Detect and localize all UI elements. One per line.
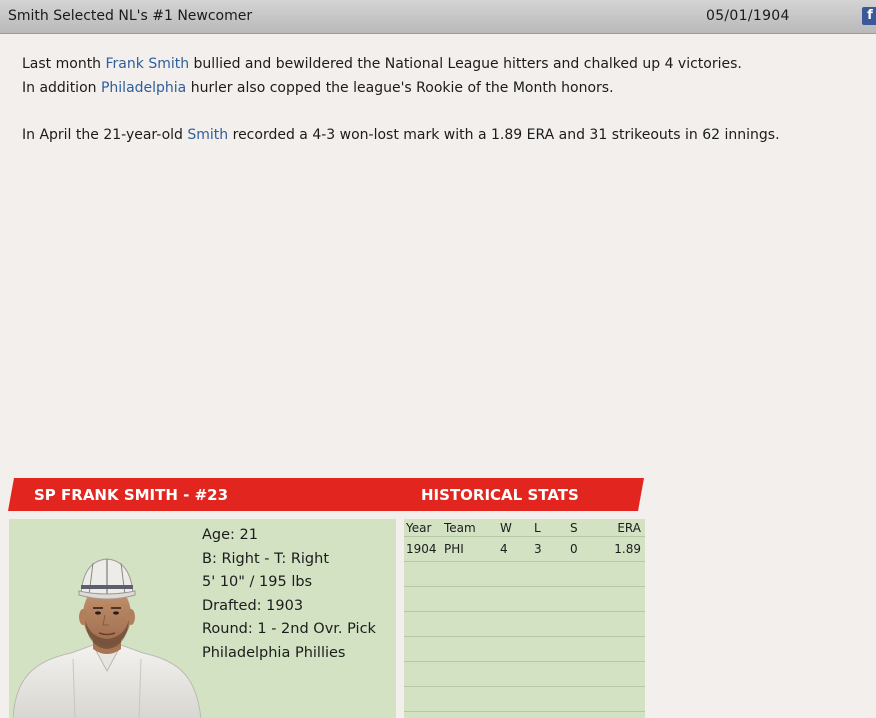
text: In addition xyxy=(22,80,101,96)
text: bullied and bewildered the National Leag… xyxy=(189,56,742,72)
cell-year: 1904 xyxy=(406,542,437,556)
cell-era: 1.89 xyxy=(614,542,641,556)
stats-row-empty xyxy=(404,612,645,637)
col-wins: W xyxy=(500,521,512,535)
team-link-philadelphia[interactable]: Philadelphia xyxy=(101,80,186,96)
historical-stats-table: Year Team W L S ERA 1904 PHI 4 3 0 1.89 xyxy=(404,519,645,718)
cell-wins: 4 xyxy=(500,542,508,556)
article-paragraph: In April the 21-year-old Smith recorded … xyxy=(22,123,872,147)
col-saves: S xyxy=(570,521,578,535)
player-team[interactable]: Philadelphia Phillies xyxy=(202,642,376,666)
article-paragraph: Last month Frank Smith bullied and bewil… xyxy=(22,52,872,76)
historical-stats-heading: HISTORICAL STATS xyxy=(421,486,579,504)
player-height-weight: 5' 10" / 195 lbs xyxy=(202,574,313,590)
col-losses: L xyxy=(534,521,541,535)
stats-row-empty xyxy=(404,687,645,712)
stats-row-empty xyxy=(404,587,645,612)
article-paragraph: In addition Philadelphia hurler also cop… xyxy=(22,76,872,100)
text: recorded a 4-3 won-lost mark with a 1.89… xyxy=(228,127,780,143)
player-link-smith[interactable]: Smith xyxy=(187,127,228,143)
col-team: Team xyxy=(444,521,476,535)
col-year: Year xyxy=(406,521,432,535)
facebook-share-icon[interactable]: f xyxy=(862,7,876,25)
text: Last month xyxy=(22,56,106,72)
player-portrait[interactable] xyxy=(13,549,203,718)
article-body: Last month Frank Smith bullied and bewil… xyxy=(22,52,872,147)
text: In April the 21-year-old xyxy=(22,127,188,143)
cell-losses: 3 xyxy=(534,542,542,556)
player-card-header: SP FRANK SMITH - #23 HISTORICAL STATS xyxy=(8,478,644,511)
player-draft-round: Round: 1 - 2nd Ovr. Pick xyxy=(202,621,376,637)
player-bio: Age: 21 B: Right - T: Right 5' 10" / 195… xyxy=(202,524,376,665)
player-link-frank-smith[interactable]: Frank Smith xyxy=(106,56,190,72)
player-info-panel: Age: 21 B: Right - T: Right 5' 10" / 195… xyxy=(9,519,396,718)
article-title: Smith Selected NL's #1 Newcomer xyxy=(8,8,253,24)
player-drafted: Drafted: 1903 xyxy=(202,597,304,614)
player-bats-throws: B: Right - T: Right xyxy=(202,550,330,567)
stats-row-empty xyxy=(404,662,645,687)
player-age: Age: 21 xyxy=(202,527,258,543)
cell-team: PHI xyxy=(444,542,464,556)
col-era: ERA xyxy=(617,521,641,535)
cell-saves: 0 xyxy=(570,542,578,556)
stats-row-empty xyxy=(404,562,645,587)
stats-header-row: Year Team W L S ERA xyxy=(404,519,645,537)
player-card-name[interactable]: SP FRANK SMITH - #23 xyxy=(34,486,228,504)
text: hurler also copped the league's Rookie o… xyxy=(186,80,614,96)
stats-row-empty xyxy=(404,637,645,662)
news-header-bar: Smith Selected NL's #1 Newcomer 05/01/19… xyxy=(0,0,876,34)
stats-row[interactable]: 1904 PHI 4 3 0 1.89 xyxy=(404,537,645,562)
article-date: 05/01/1904 xyxy=(706,8,790,24)
